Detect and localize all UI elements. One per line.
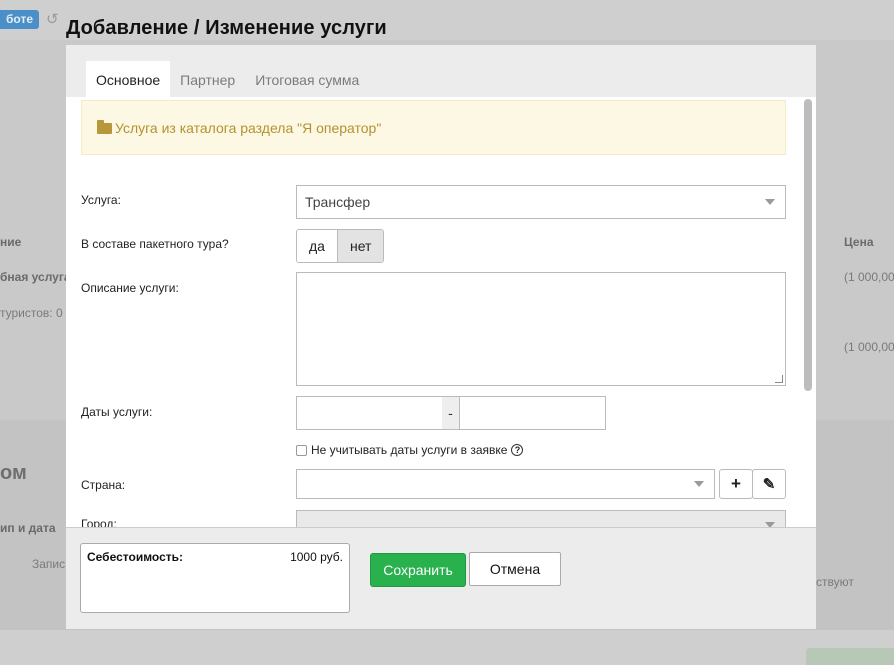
cost-label: Себестоимость: (87, 550, 184, 564)
country-label: Страна: (81, 478, 126, 492)
catalog-notice: Услуга из каталога раздела "Я оператор" (81, 100, 786, 155)
city-select[interactable] (296, 510, 786, 527)
service-select[interactable]: Трансфер (296, 185, 786, 219)
tab-main[interactable]: Основное (86, 61, 171, 97)
catalog-notice-text: Услуга из каталога раздела "Я оператор" (115, 120, 382, 136)
tab-partner[interactable]: Партнер (170, 61, 245, 97)
date-from-input[interactable] (296, 396, 443, 430)
modal-footer: Себестоимость: 1000 руб. Сохранить Отмен… (66, 527, 816, 629)
folder-icon (97, 120, 112, 134)
resize-handle-icon[interactable] (775, 375, 783, 383)
description-textarea[interactable] (296, 272, 786, 386)
package-tour-label: В составе пакетного тура? (81, 237, 229, 251)
service-modal: Основное Партнер Итоговая сумма Услуга и… (66, 45, 816, 629)
ignore-dates-row: Не учитывать даты услуги в заявке ? (296, 443, 524, 457)
date-to-input[interactable] (459, 396, 606, 430)
background-section-item: Запис (32, 557, 66, 571)
background-row-service: бная услуга (0, 270, 71, 284)
plus-icon: + (731, 474, 741, 493)
background-col-price: Цена (844, 235, 874, 249)
background-section-heading: ом (0, 462, 27, 484)
background-col-name: ние (0, 235, 22, 249)
help-icon[interactable]: ? (511, 444, 524, 456)
package-yes-button[interactable]: да (297, 230, 337, 262)
cancel-button[interactable]: Отмена (469, 552, 561, 586)
chevron-down-icon (765, 199, 775, 205)
service-label: Услуга: (81, 193, 121, 207)
modal-scrollbar[interactable] (804, 99, 812, 391)
undo-icon: ↺ (46, 11, 59, 28)
cost-summary-box: Себестоимость: 1000 руб. (80, 543, 350, 613)
pencil-icon: ✎ (762, 476, 776, 493)
ignore-dates-checkbox[interactable] (296, 444, 307, 456)
chevron-down-icon (694, 481, 704, 487)
dates-label: Даты услуги: (81, 405, 153, 419)
background-price-2: (1 000,00 (844, 340, 894, 354)
service-select-value: Трансфер (305, 194, 371, 210)
date-separator: - (442, 396, 459, 430)
save-button[interactable]: Сохранить (370, 553, 466, 587)
tab-total[interactable]: Итоговая сумма (245, 61, 369, 97)
background-button (806, 648, 894, 665)
cost-value: 1000 руб. (290, 550, 343, 564)
country-select[interactable] (296, 469, 715, 499)
background-section-sub: ип и дата (0, 521, 56, 535)
city-label: Город: (81, 517, 117, 527)
package-no-button[interactable]: нет (336, 230, 384, 262)
modal-title: Добавление / Изменение услуги (66, 17, 387, 39)
background-row-detail: туристов: 0 (0, 306, 63, 320)
edit-country-button[interactable]: ✎ (752, 469, 786, 499)
modal-tabs: Основное Партнер Итоговая сумма (86, 61, 369, 97)
description-label: Описание услуги: (81, 281, 179, 295)
package-tour-toggle: да нет (296, 229, 385, 263)
add-country-button[interactable]: + (719, 469, 753, 499)
ignore-dates-label: Не учитывать даты услуги в заявке (311, 443, 508, 457)
background-price-1: (1 000,00 (844, 270, 894, 284)
background-section-status: ствуют (816, 575, 854, 589)
modal-body: Услуга из каталога раздела "Я оператор" … (66, 97, 816, 527)
background-badge: боте (0, 10, 39, 29)
